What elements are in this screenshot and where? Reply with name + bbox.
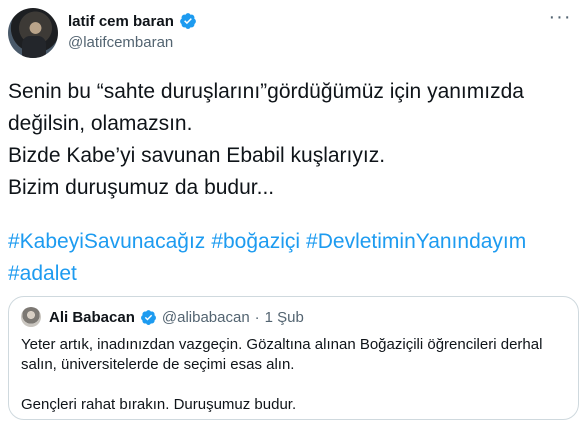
tweet-line: Bizim duruşumuz da budur... xyxy=(8,176,275,199)
more-options-icon[interactable]: ··· xyxy=(545,7,575,30)
tweet-text: Senin bu “sahte duruşlarını”gördüğümüz i… xyxy=(8,76,579,204)
quoted-tweet-header: Ali Babacan @alibabacan · 1 Şub xyxy=(21,307,566,327)
tweet-header: latif cem baran @latifcembaran ··· xyxy=(8,7,579,60)
quoted-author-handle: @alibabacan xyxy=(161,308,250,326)
quoted-tweet-text: Yeter artık, inadınızdan vazgeçin. Gözal… xyxy=(21,335,566,415)
quoted-author-name: Ali Babacan xyxy=(49,308,135,326)
tweet-line: Bizde Kabe’yi savunan Ebabil kuşlarıyız. xyxy=(8,144,386,167)
tweet-line: Senin bu “sahte duruşlarını”gördüğümüz i… xyxy=(8,80,524,103)
quoted-author-avatar xyxy=(21,307,41,327)
quoted-tweet-date: 1 Şub xyxy=(264,308,304,326)
tweet-line: değilsin, olamazsın. xyxy=(8,112,193,135)
author-avatar[interactable] xyxy=(8,8,58,58)
quoted-line: Gençleri rahat bırakın. Duruşumuz budur. xyxy=(21,396,297,413)
quoted-line: Yeter artık, inadınızdan vazgeçin. Gözal… xyxy=(21,336,543,353)
verified-badge-icon xyxy=(179,13,196,29)
author-name-row: latif cem baran xyxy=(68,12,197,30)
hashtag-link[interactable]: #boğaziçi xyxy=(211,230,300,253)
hashtag-list: #KabeyiSavunacağız #boğaziçi #DevletiminYa… xyxy=(8,226,579,290)
verified-badge-icon xyxy=(140,309,156,325)
quoted-tweet-card[interactable]: Ali Babacan @alibabacan · 1 Şub Yeter ar… xyxy=(8,296,579,420)
quoted-separator: · xyxy=(254,308,260,326)
hashtag-link[interactable]: #DevletiminYanındayım xyxy=(306,230,526,253)
author-handle[interactable]: @latifcembaran xyxy=(68,34,197,51)
quoted-line: salın, üniversitelerde de seçimi esas al… xyxy=(21,356,295,373)
hashtag-link[interactable]: #adalet xyxy=(8,262,77,285)
author-identity[interactable]: latif cem baran @latifcembaran xyxy=(68,12,197,51)
hashtag-link[interactable]: #KabeyiSavunacağız xyxy=(8,230,205,253)
author-display-name[interactable]: latif cem baran xyxy=(68,13,174,30)
